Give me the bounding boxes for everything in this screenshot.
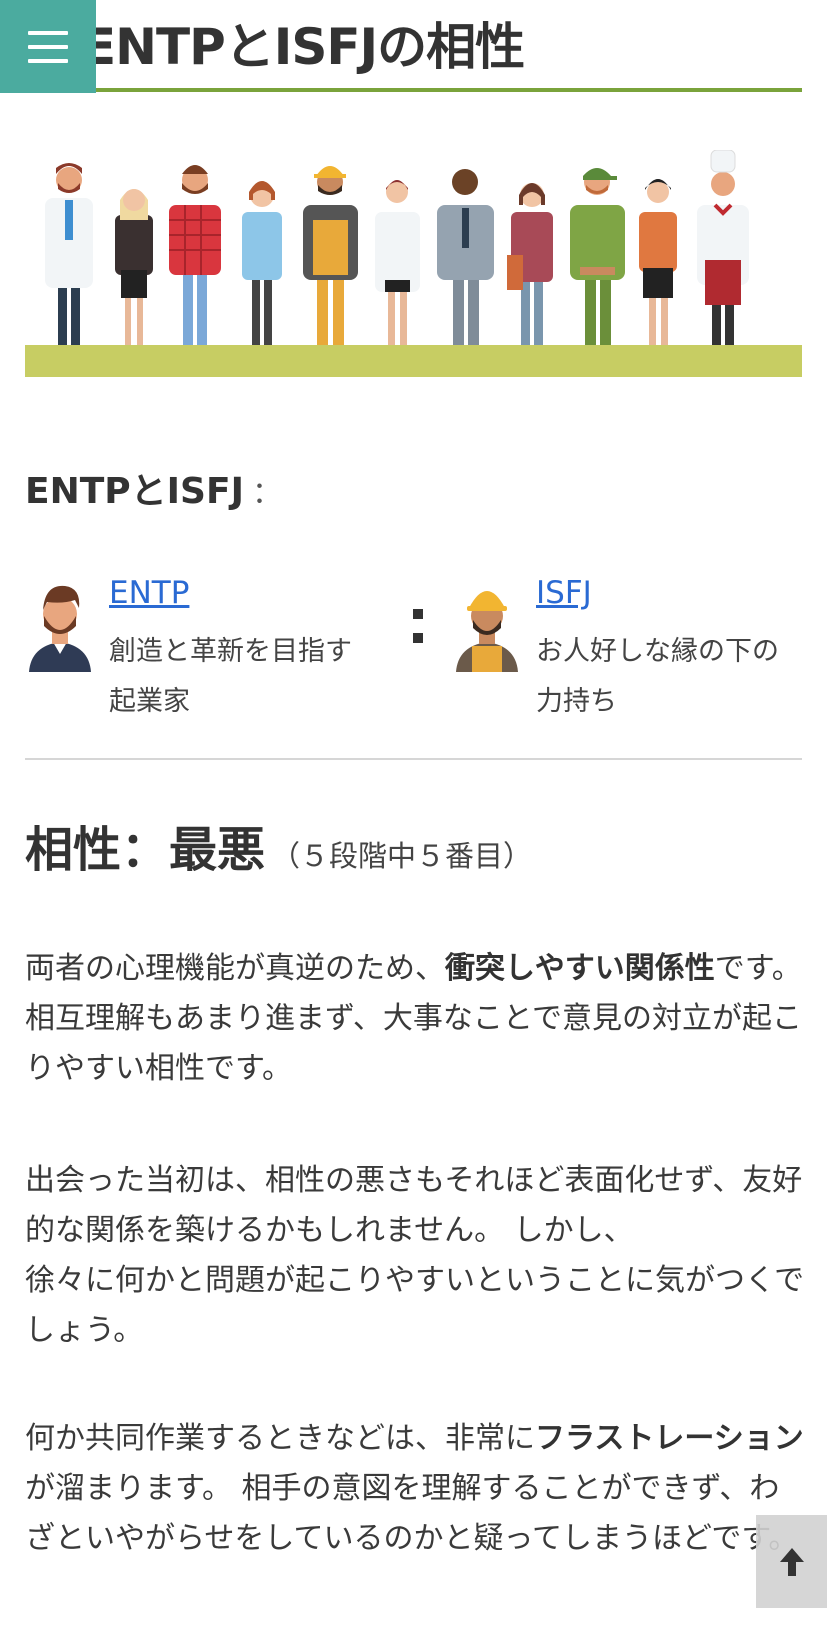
entp-description: 創造と革新を目指す 起業家: [109, 627, 371, 727]
entp-link[interactable]: ENTP: [109, 575, 189, 611]
entp-desc-line1: 創造と革新を目指す: [109, 636, 352, 667]
hero-illustration: [25, 150, 802, 390]
isfj-desc-line1: お人好しな縁の下の: [536, 636, 779, 667]
pair-heading-text: ENTPとISFJ: [25, 471, 244, 512]
isfj-description: お人好しな縁の下の 力持ち: [536, 627, 798, 727]
scroll-to-top-button[interactable]: [756, 1515, 827, 1608]
section-divider: [25, 758, 802, 760]
green-uniform-worker-figure: [570, 168, 625, 345]
people-occupations-illustration: [25, 150, 802, 377]
title-underline: [25, 88, 802, 92]
woman-blue-shirt-figure: [242, 181, 282, 345]
arrow-up-icon: [779, 1547, 804, 1576]
chef-figure: [697, 150, 749, 345]
paragraph-3-text-c: が溜まります。 相手の意図を理解することができず、わざといやがらせをしているのか…: [25, 1471, 799, 1556]
paragraph-2-text-b: 徐々に何かと問題が起こりやすいということに気がつくでしょう。: [25, 1263, 805, 1348]
page-title: ENTPとISFJの相性: [82, 18, 525, 76]
paragraph-1-text-a: 両者の心理機能が真逆のため、: [25, 951, 445, 986]
paragraph-1: 両者の心理機能が真逆のため、衝突しやすい関係性です。 相互理解もあまり進まず、大…: [25, 944, 805, 1094]
paragraph-1-emphasis: 衝突しやすい関係性: [445, 951, 715, 986]
type-card-isfj: ISFJ お人好しな縁の下の 力持ち: [452, 575, 792, 725]
bearded-businessman-avatar: [29, 585, 91, 672]
pair-heading-separator: ：: [251, 476, 282, 511]
pair-colon: [411, 607, 423, 647]
scientist-woman-figure: [375, 180, 420, 345]
isfj-desc-line2: 力持ち: [536, 686, 617, 717]
pair-heading: ENTPとISFJ：: [25, 462, 282, 514]
entp-desc-line2: 起業家: [109, 686, 190, 717]
doctor-figure: [45, 163, 93, 345]
paragraph-2-text: 出会った当初は、相性の悪さもそれほど表面化せず、友好的な関係を築けるかもしれませ…: [25, 1163, 803, 1248]
compatibility-heading: 相性：最悪 （５段階中５番目）: [25, 810, 532, 880]
type-card-entp: ENTP 創造と革新を目指す 起業家: [25, 575, 365, 725]
compatibility-rank: （５段階中５番目）: [271, 839, 533, 873]
paragraph-3: 何か共同作業するときなどは、非常にフラストレーションが溜まります。 相手の意図を…: [25, 1414, 805, 1564]
businesswoman-figure: [115, 189, 153, 345]
paragraph-3-text-a: 何か共同作業するときなどは、非常に: [25, 1421, 535, 1456]
woman-with-bag-figure: [507, 183, 553, 345]
woman-orange-top-figure: [639, 179, 677, 345]
isfj-link[interactable]: ISFJ: [536, 575, 592, 611]
paragraph-3-emphasis: フラストレーション: [535, 1421, 804, 1456]
businessman-gray-suit-figure: [437, 169, 494, 345]
compatibility-label: 相性：最悪: [25, 822, 266, 878]
paragraph-2: 出会った当初は、相性の悪さもそれほど表面化せず、友好的な関係を築けるかもしれませ…: [25, 1156, 805, 1356]
hamburger-menu-icon: [28, 30, 68, 63]
construction-worker-figure: [303, 166, 358, 345]
lumberjack-figure: [169, 165, 221, 345]
hardhat-worker-avatar: [456, 591, 518, 672]
menu-button[interactable]: [0, 0, 96, 93]
